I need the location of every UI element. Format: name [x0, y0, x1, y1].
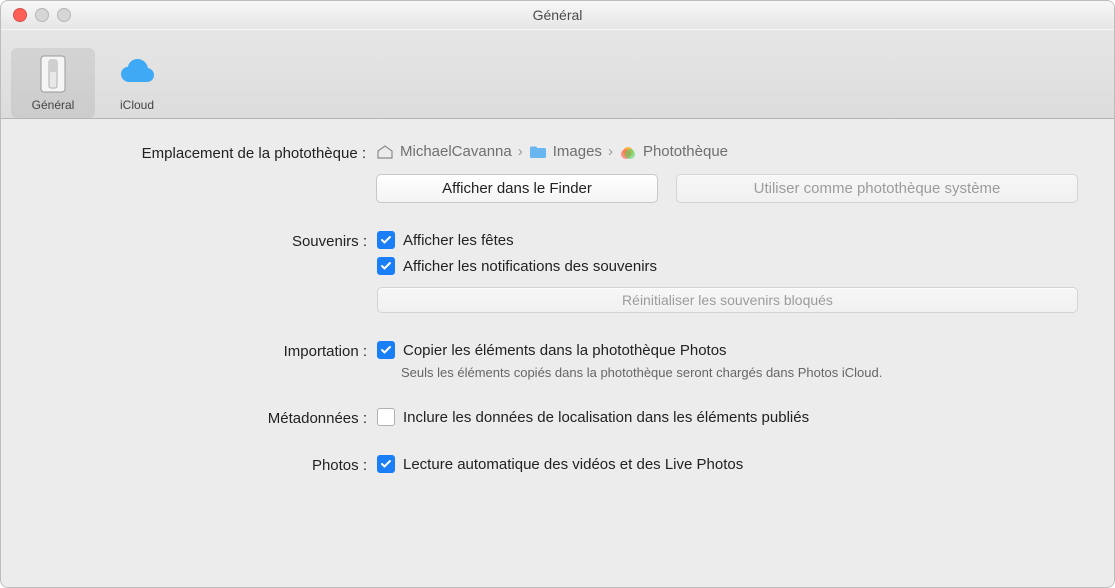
checkbox-icon: [377, 455, 395, 473]
use-as-system-library-button: Utiliser comme photothèque système: [676, 174, 1078, 203]
importation-label: Importation :: [37, 341, 377, 360]
toolbar-tab-label: iCloud: [120, 98, 154, 112]
photos-label: Photos :: [37, 455, 377, 474]
checkbox-icon: [377, 408, 395, 426]
reset-blocked-memories-button: Réinitialiser les souvenirs bloqués: [377, 287, 1078, 313]
titlebar: Général: [1, 1, 1114, 30]
include-location-checkbox[interactable]: Inclure les données de localisation dans…: [377, 408, 1078, 426]
checkbox-label: Inclure les données de localisation dans…: [403, 409, 809, 426]
chevron-right-icon: ›: [608, 143, 613, 160]
copy-items-checkbox[interactable]: Copier les éléments dans la photothèque …: [377, 341, 1078, 359]
toolbar-tab-icloud[interactable]: iCloud: [95, 48, 179, 118]
home-folder-icon: [376, 145, 394, 159]
photos-library-icon: [619, 145, 637, 159]
preferences-window: Général Général iCloud Emplacement: [0, 0, 1115, 588]
zoom-window-button[interactable]: [57, 8, 71, 22]
folder-icon: [529, 145, 547, 159]
toolbar-tab-label: Général: [32, 98, 75, 112]
checkbox-label: Afficher les notifications des souvenirs: [403, 258, 657, 275]
checkbox-icon: [377, 231, 395, 249]
metadata-label: Métadonnées :: [37, 408, 377, 427]
preferences-content: Emplacement de la photothèque : MichaelC…: [1, 119, 1114, 587]
autoplay-checkbox[interactable]: Lecture automatique des vidéos et des Li…: [377, 455, 1078, 473]
library-location-path: MichaelCavanna › Images › Photothèque: [376, 143, 1078, 160]
checkbox-label: Afficher les fêtes: [403, 232, 514, 249]
icloud-icon: [115, 52, 159, 96]
breadcrumb-segment[interactable]: Images: [553, 143, 602, 160]
checkbox-icon: [377, 257, 395, 275]
breadcrumb-segment[interactable]: MichaelCavanna: [400, 143, 512, 160]
close-window-button[interactable]: [13, 8, 27, 22]
checkbox-icon: [377, 341, 395, 359]
copy-items-helper-text: Seuls les éléments copiés dans la photot…: [401, 365, 1078, 380]
checkbox-label: Copier les éléments dans la photothèque …: [403, 342, 727, 359]
chevron-right-icon: ›: [518, 143, 523, 160]
window-controls: [13, 8, 71, 22]
switch-icon: [31, 52, 75, 96]
window-title: Général: [533, 7, 583, 23]
checkbox-label: Lecture automatique des vidéos et des Li…: [403, 456, 743, 473]
toolbar-tab-general[interactable]: Général: [11, 48, 95, 118]
show-in-finder-button[interactable]: Afficher dans le Finder: [376, 174, 658, 203]
library-location-label: Emplacement de la photothèque :: [37, 143, 376, 162]
preferences-toolbar: Général iCloud: [1, 30, 1114, 119]
souvenirs-label: Souvenirs :: [37, 231, 377, 250]
show-memory-notifications-checkbox[interactable]: Afficher les notifications des souvenirs: [377, 257, 1078, 275]
minimize-window-button[interactable]: [35, 8, 49, 22]
breadcrumb-segment[interactable]: Photothèque: [643, 143, 728, 160]
show-holidays-checkbox[interactable]: Afficher les fêtes: [377, 231, 1078, 249]
